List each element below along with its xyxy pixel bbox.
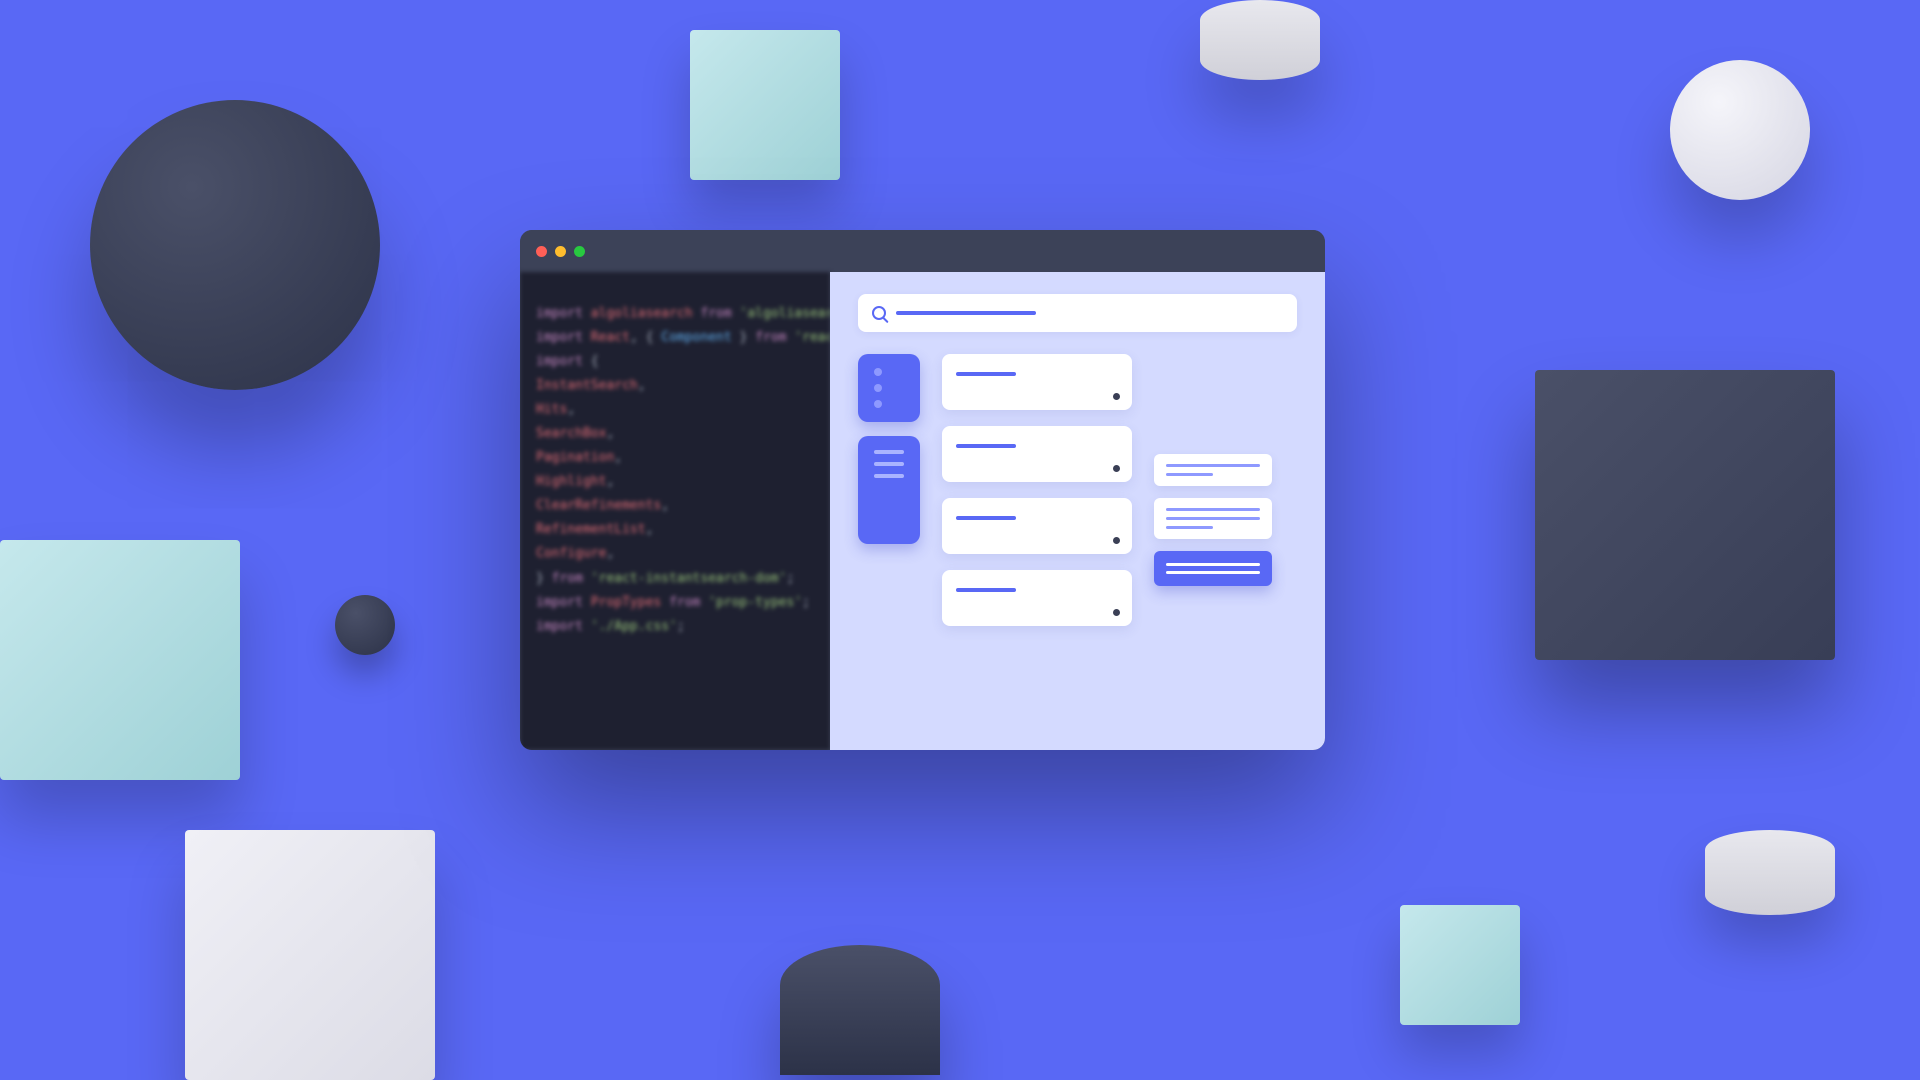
- result-card[interactable]: [942, 570, 1132, 626]
- filter-line: [874, 474, 904, 478]
- search-query-placeholder: [896, 311, 1036, 315]
- result-title-line: [956, 588, 1016, 592]
- filter-line: [874, 462, 904, 466]
- decorative-cube: [690, 30, 840, 180]
- code-line: import PropTypes from 'prop-types';: [536, 591, 814, 615]
- code-line: import algoliasearch from 'algoliasearch…: [536, 302, 814, 326]
- result-status-dot-icon: [1113, 465, 1120, 472]
- split-panes: import algoliasearch from 'algoliasearch…: [520, 272, 1325, 750]
- code-editor[interactable]: import algoliasearch from 'algoliasearch…: [520, 272, 830, 750]
- button-text-line: [1166, 571, 1260, 574]
- result-card[interactable]: [942, 426, 1132, 482]
- code-line: Hits,: [536, 398, 814, 422]
- result-status-dot-icon: [1113, 393, 1120, 400]
- code-line: InstantSearch,: [536, 374, 814, 398]
- code-line: import {: [536, 350, 814, 374]
- decorative-sphere: [335, 595, 395, 655]
- button-text-line: [1166, 563, 1260, 566]
- aside-text-line: [1166, 464, 1260, 467]
- aside-card[interactable]: [1154, 498, 1272, 539]
- filter-dot-icon: [874, 368, 882, 376]
- aside-text-line: [1166, 517, 1260, 520]
- decorative-cube: [1400, 905, 1520, 1025]
- close-icon[interactable]: [536, 246, 547, 257]
- aside-text-line: [1166, 473, 1213, 476]
- aside-card[interactable]: [1154, 454, 1272, 486]
- minimize-icon[interactable]: [555, 246, 566, 257]
- code-line: import './App.css';: [536, 615, 814, 639]
- filters-sidebar: [858, 354, 920, 544]
- result-title-line: [956, 372, 1016, 376]
- app-window: import algoliasearch from 'algoliasearch…: [520, 230, 1325, 750]
- ui-preview: [830, 272, 1325, 750]
- decorative-cube: [0, 540, 240, 780]
- decorative-sphere: [1670, 60, 1810, 200]
- aside-text-line: [1166, 526, 1213, 529]
- result-card[interactable]: [942, 498, 1132, 554]
- result-status-dot-icon: [1113, 609, 1120, 616]
- maximize-icon[interactable]: [574, 246, 585, 257]
- results-list: [942, 354, 1132, 626]
- code-line: import React, { Component } from 'react'…: [536, 326, 814, 350]
- aside-text-line: [1166, 508, 1260, 511]
- preview-body: [858, 354, 1297, 626]
- code-line: Highlight,: [536, 470, 814, 494]
- decorative-cube: [1535, 370, 1835, 660]
- result-title-line: [956, 444, 1016, 448]
- decorative-sphere: [90, 100, 380, 390]
- titlebar: [520, 230, 1325, 272]
- code-line: } from 'react-instantsearch-dom';: [536, 567, 814, 591]
- result-title-line: [956, 516, 1016, 520]
- result-status-dot-icon: [1113, 537, 1120, 544]
- decorative-cylinder: [1200, 0, 1320, 80]
- filter-block-dots[interactable]: [858, 354, 920, 422]
- code-line: ClearRefinements,: [536, 494, 814, 518]
- result-card[interactable]: [942, 354, 1132, 410]
- decorative-cylinder: [1705, 830, 1835, 915]
- decorative-cube: [185, 830, 435, 1080]
- code-line: Configure,: [536, 542, 814, 566]
- code-line: RefinementList,: [536, 518, 814, 542]
- filter-dot-icon: [874, 384, 882, 392]
- pagination-button[interactable]: [1154, 551, 1272, 586]
- filter-dot-icon: [874, 400, 882, 408]
- filter-line: [874, 450, 904, 454]
- search-icon: [872, 306, 886, 320]
- filter-block-lines[interactable]: [858, 436, 920, 544]
- search-input[interactable]: [858, 294, 1297, 332]
- code-line: SearchBox,: [536, 422, 814, 446]
- code-line: Pagination,: [536, 446, 814, 470]
- decorative-cylinder: [780, 945, 940, 1075]
- aside-panel: [1154, 454, 1272, 586]
